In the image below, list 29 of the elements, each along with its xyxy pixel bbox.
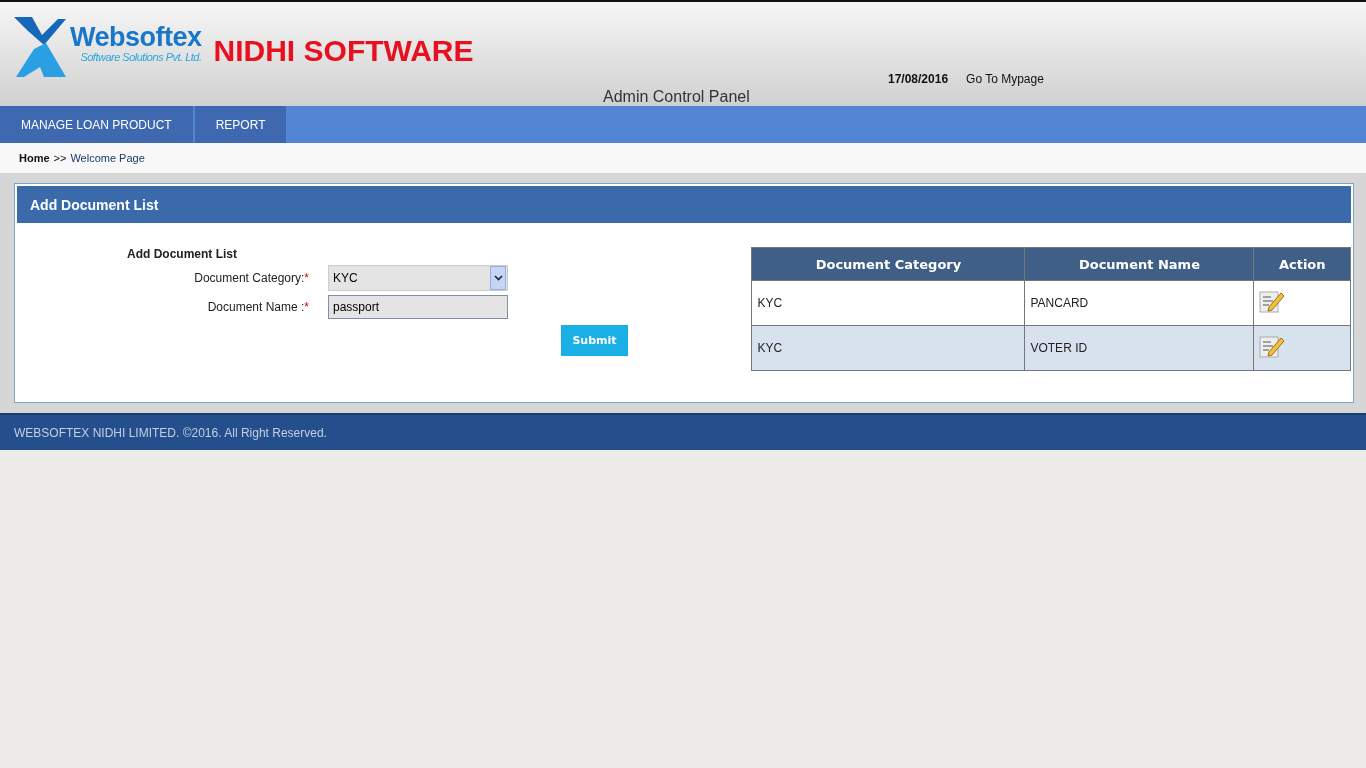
nav-item[interactable]: REPORT — [194, 106, 287, 143]
current-date: 17/08/2016 — [888, 72, 949, 86]
logo-name: Websoftex — [70, 23, 202, 51]
table-cell: VOTER ID — [1024, 325, 1254, 371]
table-cell: KYC — [751, 280, 1025, 326]
edit-icon[interactable] — [1259, 333, 1286, 360]
breadcrumb-home[interactable]: Home — [19, 152, 50, 164]
breadcrumb-current[interactable]: Welcome Page — [70, 152, 145, 164]
chevron-down-icon — [493, 275, 503, 281]
nav-item[interactable]: MANAGE LOAN PRODUCT — [0, 106, 193, 143]
table-cell: KYC — [751, 325, 1025, 371]
edit-icon[interactable] — [1259, 288, 1286, 315]
form-heading: Add Document List — [127, 247, 238, 261]
breadcrumb-separator: >> — [53, 152, 67, 164]
logo-tagline: Software Solutions Pvt. Ltd. — [80, 51, 202, 63]
logo-icon — [14, 17, 66, 77]
copyright-text: WEBSOFTEX NIDHI LIMITED. ©2016. All Right Reserved. — [14, 425, 327, 440]
field-label: Document Name :* — [206, 300, 310, 314]
table-cell: PANCARD — [1024, 280, 1254, 326]
panel-title: Admin Control Panel — [603, 88, 750, 106]
field-label: Document Category:* — [193, 271, 310, 285]
column-header: Document Category — [751, 247, 1025, 281]
product-title: NIDHI SOFTWARE — [213, 34, 474, 68]
document-name-field[interactable]: passport — [328, 295, 508, 319]
column-header: Action — [1253, 247, 1351, 281]
panel-header: Add Document List — [17, 186, 1351, 223]
column-header: Document Name — [1024, 247, 1254, 281]
mypage-link[interactable]: Go To Mypage — [966, 72, 1044, 86]
category-select[interactable]: KYC — [328, 265, 508, 291]
